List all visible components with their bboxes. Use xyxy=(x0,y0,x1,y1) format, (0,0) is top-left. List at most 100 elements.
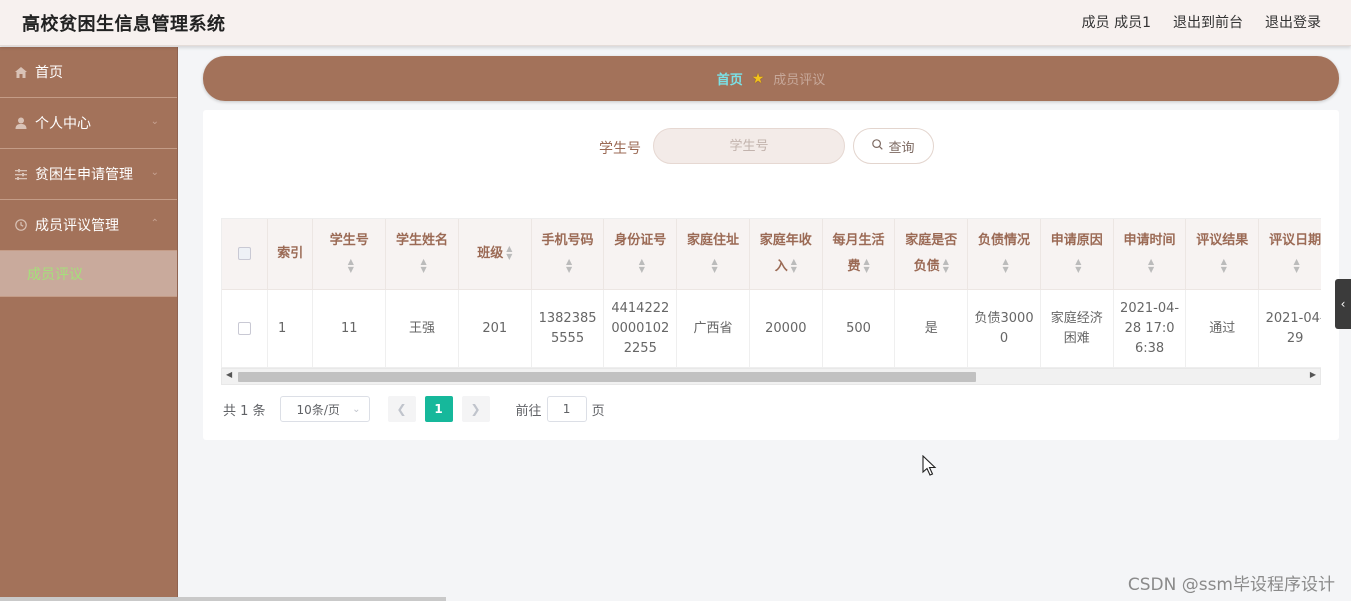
page-suffix: 页 xyxy=(591,403,605,419)
cell-index: 1 xyxy=(267,289,314,367)
page-size-value: 10条/页 xyxy=(296,402,340,417)
search-button-label: 查询 xyxy=(888,140,915,156)
cell-monthly-expense: 500 xyxy=(822,289,896,367)
column-header[interactable]: 申请时间 ▲ ▼ xyxy=(1113,219,1187,290)
app-title: 高校贫困生信息管理系统 xyxy=(22,14,226,35)
sidebar-item-application-mgmt[interactable]: 贫困生申请管理 ⌄ xyxy=(0,149,177,200)
sidebar-item-label: 个人中心 xyxy=(35,116,91,132)
cell-class: 201 xyxy=(458,289,532,367)
select-all-cell[interactable] xyxy=(222,219,268,290)
sidebar-item-home[interactable]: 首页 xyxy=(0,47,177,98)
data-table: 索引 学生号 ▲ ▼ 学生姓名 ▲ ▼ 班级 ▲ ▼ 手机号码 ▲ ▼ 身份证号 ▲ ▼ 家庭住址 ▲… xyxy=(221,218,1321,368)
sort-icon[interactable]: ▲ ▼ xyxy=(1148,258,1154,274)
sort-icon[interactable]: ▲ ▼ xyxy=(506,245,512,261)
total-count: 共 1 条 xyxy=(223,403,266,419)
chevron-up-icon: ⌃ xyxy=(150,218,159,229)
column-header[interactable]: 班级 ▲ ▼ xyxy=(458,219,532,290)
breadcrumb-current: 成员评议 xyxy=(773,73,826,88)
page-scrollbar[interactable] xyxy=(0,597,446,601)
breadcrumb-home[interactable]: 首页 xyxy=(717,69,743,88)
cell-has-debt: 是 xyxy=(894,289,969,367)
page-size-select[interactable]: 10条/页 ⌄ xyxy=(279,396,370,422)
cell-reason: 家庭经济困难 xyxy=(1040,289,1114,367)
sort-icon[interactable]: ▲ ▼ xyxy=(791,258,797,274)
cell-review-date: 2021-04-29 xyxy=(1258,289,1321,367)
breadcrumb: 首页 ★ 成员评议 xyxy=(203,56,1339,101)
page-number-button[interactable]: 1 xyxy=(424,396,453,422)
cell-phone: 13823855555 xyxy=(531,289,605,367)
sort-icon[interactable]: ▲ ▼ xyxy=(566,258,572,274)
cell-debt-detail: 负债30000 xyxy=(967,289,1041,367)
mouse-cursor-icon xyxy=(922,455,937,476)
sidebar-item-personal-center[interactable]: 个人中心 ⌄ xyxy=(0,98,177,149)
clock-icon xyxy=(14,219,27,232)
cell-student-name: 王强 xyxy=(385,289,459,367)
sort-icon[interactable]: ▲ ▼ xyxy=(420,258,426,274)
sidebar: 首页 个人中心 ⌄ 贫困生申请管理 ⌄ 成员评议管理 ⌃ 成员评议 xyxy=(0,47,178,601)
sort-icon[interactable]: ▲ ▼ xyxy=(1075,258,1081,274)
exit-to-front-link[interactable]: 退出到前台 xyxy=(1173,12,1243,32)
column-header[interactable]: 身份证号 ▲ ▼ xyxy=(603,219,678,290)
sort-icon[interactable]: ▲ ▼ xyxy=(863,258,869,274)
watermark: CSDN @ssm毕设程序设计 xyxy=(1127,575,1335,595)
cell-address: 广西省 xyxy=(676,289,750,367)
logout-link[interactable]: 退出登录 xyxy=(1265,12,1321,32)
chevron-left-icon: ‹ xyxy=(1340,297,1346,311)
column-header[interactable]: 家庭是否负债 ▲ ▼ xyxy=(894,219,969,290)
sort-icon[interactable]: ▲ ▼ xyxy=(943,258,949,274)
row-checkbox[interactable] xyxy=(237,321,251,335)
column-header[interactable]: 申请原因 ▲ ▼ xyxy=(1040,219,1114,290)
scrollbar-thumb[interactable] xyxy=(238,372,976,382)
cell-annual-income: 20000 xyxy=(749,289,823,367)
pagination: 共 1 条 10条/页 ⌄ ❮ 1 ❯ 前往 页 xyxy=(223,396,605,422)
sliders-icon xyxy=(14,168,27,181)
user-icon xyxy=(14,117,27,130)
sort-icon[interactable]: ▲ ▼ xyxy=(1294,258,1300,274)
goto-label: 前往 xyxy=(515,403,542,419)
column-header[interactable]: 负债情况 ▲ ▼ xyxy=(967,219,1041,290)
sidebar-item-review-mgmt[interactable]: 成员评议管理 ⌃ xyxy=(0,200,177,251)
table-header-row: 索引 学生号 ▲ ▼ 学生姓名 ▲ ▼ 班级 ▲ ▼ 手机号码 ▲ ▼ 身份证号 ▲ ▼ 家庭住址 ▲… xyxy=(222,219,1321,290)
chevron-left-icon: ❮ xyxy=(396,402,407,416)
row-select-cell[interactable] xyxy=(222,289,268,367)
chevron-down-icon: ⌄ xyxy=(150,167,159,178)
star-icon: ★ xyxy=(751,70,765,87)
scroll-left-icon[interactable]: ◀ xyxy=(226,370,232,379)
side-panel-toggle[interactable]: ‹ xyxy=(1335,279,1351,329)
column-header[interactable]: 手机号码 ▲ ▼ xyxy=(531,219,605,290)
column-header: 索引 xyxy=(267,219,314,290)
search-button[interactable]: 查询 xyxy=(853,128,934,164)
goto-page-input[interactable] xyxy=(546,396,587,422)
sort-icon[interactable]: ▲ ▼ xyxy=(348,258,354,274)
sidebar-item-label: 成员评议管理 xyxy=(35,218,119,234)
column-header[interactable]: 评议结果 ▲ ▼ xyxy=(1185,219,1260,290)
cell-review-result: 通过 xyxy=(1185,289,1260,367)
student-id-search-input[interactable] xyxy=(653,128,845,164)
cell-id-number: 441422200001022255 xyxy=(603,289,678,367)
table-row[interactable]: 1 11 王强 201 13823855555 4414222000010222… xyxy=(222,289,1321,367)
sort-icon[interactable]: ▲ ▼ xyxy=(711,258,717,274)
chevron-right-icon: ❯ xyxy=(470,402,481,416)
column-header[interactable]: 家庭住址 ▲ ▼ xyxy=(676,219,750,290)
next-page-button[interactable]: ❯ xyxy=(461,396,490,422)
column-header[interactable]: 学生号 ▲ ▼ xyxy=(312,219,387,290)
column-header[interactable]: 每月生活费 ▲ ▼ xyxy=(822,219,896,290)
header-links: 成员 成员1 退出到前台 退出登录 xyxy=(1082,12,1321,32)
content-panel: 学生号 查询 索引 学生号▲▼ 学生姓名▲▼ 班级▲▼ 手机号码▲▼ xyxy=(203,110,1339,440)
current-user[interactable]: 成员 成员1 xyxy=(1082,12,1151,32)
search-label: 学生号 xyxy=(599,141,641,157)
column-header[interactable]: 学生姓名 ▲ ▼ xyxy=(385,219,459,290)
table-horizontal-scrollbar[interactable]: ◀ ▶ xyxy=(221,368,1321,385)
home-icon xyxy=(14,66,27,79)
column-header[interactable]: 评议日期 ▲ ▼ xyxy=(1258,219,1321,290)
sort-icon[interactable]: ▲ ▼ xyxy=(1221,258,1227,274)
cell-apply-time: 2021-04-28 17:06:38 xyxy=(1113,289,1187,367)
sidebar-item-label: 首页 xyxy=(35,65,63,81)
sidebar-subitem-member-review[interactable]: 成员评议 xyxy=(0,251,177,297)
prev-page-button[interactable]: ❮ xyxy=(387,396,416,422)
select-all-checkbox[interactable] xyxy=(237,246,251,260)
sort-icon[interactable]: ▲ ▼ xyxy=(639,258,645,274)
sort-icon[interactable]: ▲ ▼ xyxy=(1002,258,1008,274)
scroll-right-icon[interactable]: ▶ xyxy=(1310,370,1316,379)
column-header[interactable]: 家庭年收入 ▲ ▼ xyxy=(749,219,823,290)
